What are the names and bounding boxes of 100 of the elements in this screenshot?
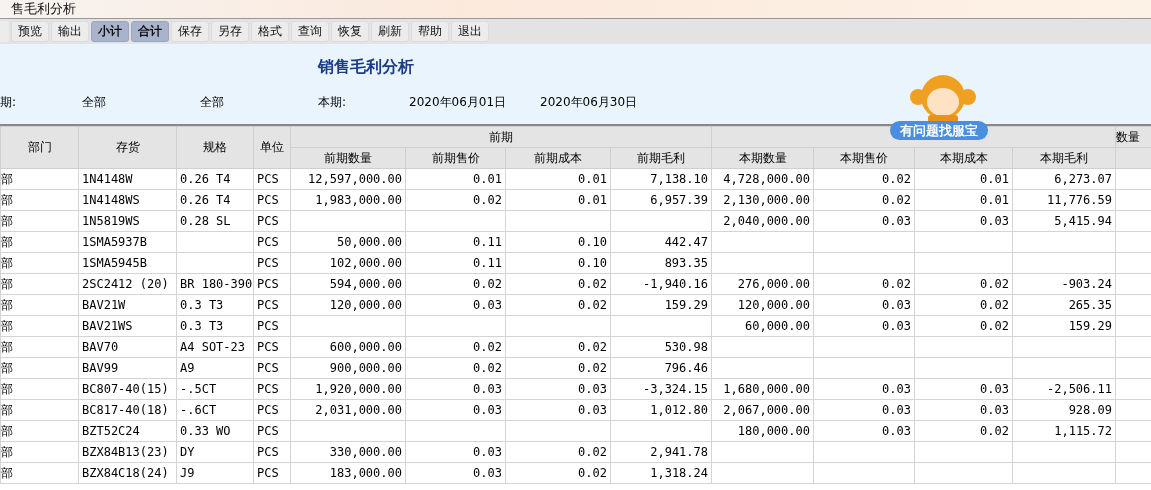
table-cell: PCS xyxy=(257,298,279,312)
table-cell: PCS xyxy=(257,424,279,438)
toolbar-button[interactable]: 恢复 xyxy=(331,21,369,42)
toolbar-button[interactable]: 合计 xyxy=(131,21,169,42)
table-cell: 0.02 xyxy=(473,361,502,375)
table-cell: 442.47 xyxy=(664,235,708,249)
table-cell: 0.02 xyxy=(980,277,1009,291)
table-cell: 0.11 xyxy=(473,235,502,249)
table-cell: 1N4148W xyxy=(82,172,133,186)
table-cell: 0.03 xyxy=(882,403,911,417)
table-cell: 部 xyxy=(1,381,13,396)
toolbar-button[interactable]: 刷新 xyxy=(371,21,409,42)
table-cell: PCS xyxy=(257,340,279,354)
table-cell: 0.03 xyxy=(473,382,502,396)
toolbar-button[interactable]: 预览 xyxy=(11,21,49,42)
table-cell: 0.03 xyxy=(882,424,911,438)
table-cell: 0.03 xyxy=(473,403,502,417)
toolbar-button[interactable]: 另存 xyxy=(211,21,249,42)
table-cell: 0.01 xyxy=(578,172,607,186)
table-cell: BAV21WS xyxy=(82,319,133,333)
table-cell: 部 xyxy=(1,444,13,459)
table-cell: 11,776.59 xyxy=(1046,193,1112,207)
table-cell: 0.02 xyxy=(473,193,502,207)
column-header: 存货 xyxy=(78,126,177,169)
table-cell: 0.28 SL xyxy=(180,214,231,228)
table-cell: 5,415.94 xyxy=(1054,214,1112,228)
table-cell: A9 xyxy=(180,361,195,375)
table-cell: 0.02 xyxy=(882,193,911,207)
table-cell: 0.33 WO xyxy=(180,424,231,438)
table-cell: BC817-40(18) xyxy=(82,403,169,417)
table-cell: 0.02 xyxy=(473,340,502,354)
period-value: 2020年06月30日 xyxy=(540,93,639,111)
toolbar-button[interactable]: 查询 xyxy=(291,21,329,42)
toolbar-button[interactable]: 输出 xyxy=(51,21,89,42)
table-cell: 159.29 xyxy=(1068,319,1112,333)
toolbar-button[interactable]: 小计 xyxy=(91,21,129,42)
table-cell: 部 xyxy=(1,192,13,207)
table-cell: 0.03 xyxy=(473,466,502,480)
table-cell: 50,000.00 xyxy=(336,235,402,249)
table-cell: 2,040,000.00 xyxy=(723,214,810,228)
table-cell: 900,000.00 xyxy=(329,361,402,375)
table-cell: 0.02 xyxy=(578,277,607,291)
table-cell: 0.11 xyxy=(473,256,502,270)
window-title: 售毛利分析 xyxy=(11,0,76,18)
table-cell: BZX84C18(24) xyxy=(82,466,169,480)
period-label: 期: xyxy=(0,93,18,111)
table-cell: 部 xyxy=(1,423,13,438)
table-cell: 600,000.00 xyxy=(329,340,402,354)
table-cell: PCS xyxy=(257,445,279,459)
table-cell: 0.02 xyxy=(473,277,502,291)
table-cell: 1,115.72 xyxy=(1054,424,1112,438)
table-cell: 部 xyxy=(1,360,13,375)
table-cell: PCS xyxy=(257,172,279,186)
table-cell: 530.98 xyxy=(664,340,708,354)
table-cell: 7,138.10 xyxy=(650,172,708,186)
table-cell: PCS xyxy=(257,214,279,228)
table-cell: 594,000.00 xyxy=(329,277,402,291)
table-cell: 2,031,000.00 xyxy=(315,403,402,417)
period-label: 本期: xyxy=(318,93,348,111)
table-cell: -3,324.15 xyxy=(642,382,708,396)
table-cell: 部 xyxy=(1,402,13,417)
table-cell: 0.02 xyxy=(578,466,607,480)
table-cell: 部 xyxy=(1,255,13,270)
table-cell: 1N5819WS xyxy=(82,214,140,228)
table-cell: 0.03 xyxy=(882,319,911,333)
table-cell: 0.02 xyxy=(578,361,607,375)
table-cell: 2SC2412 (20) xyxy=(82,277,169,291)
table-cell: 180,000.00 xyxy=(737,424,810,438)
period-value: 全部 xyxy=(82,93,107,111)
table-cell: 0.02 xyxy=(578,340,607,354)
monkey-mascot-icon xyxy=(908,73,978,123)
table-cell: -.5CT xyxy=(180,382,217,396)
toolbar-button[interactable]: 保存 xyxy=(171,21,209,42)
table-cell: 0.02 xyxy=(578,298,607,312)
period-value: 2020年06月01日 xyxy=(409,93,508,111)
table-cell: 1SMA5945B xyxy=(82,256,148,270)
table-cell: 2,941.78 xyxy=(650,445,708,459)
table-cell: A4 SOT-23 xyxy=(180,340,246,354)
table-cell: PCS xyxy=(257,235,279,249)
period-value: 全部 xyxy=(200,93,225,111)
table-cell: PCS xyxy=(257,277,279,291)
table-cell: BAV21W xyxy=(82,298,126,312)
table-cell: 部 xyxy=(1,213,13,228)
table-cell: 0.03 xyxy=(980,403,1009,417)
table-cell: 部 xyxy=(1,318,13,333)
table-cell: BZX84B13(23) xyxy=(82,445,169,459)
table-cell: 部 xyxy=(1,339,13,354)
table-cell: 部 xyxy=(1,465,13,480)
table-cell: 0.02 xyxy=(578,445,607,459)
toolbar-button[interactable]: 格式 xyxy=(251,21,289,42)
table-cell: 0.3 T3 xyxy=(180,298,224,312)
table-cell: 0.02 xyxy=(882,277,911,291)
toolbar-button[interactable]: 退出 xyxy=(451,21,489,42)
table-cell: BZT52C24 xyxy=(82,424,140,438)
column-group-header: 前期 xyxy=(290,126,712,148)
table-cell: 6,957.39 xyxy=(650,193,708,207)
table-cell: -2,506.11 xyxy=(1046,382,1112,396)
table-cell: PCS xyxy=(257,361,279,375)
table-cell: 2,130,000.00 xyxy=(723,193,810,207)
toolbar-button[interactable]: 帮助 xyxy=(411,21,449,42)
